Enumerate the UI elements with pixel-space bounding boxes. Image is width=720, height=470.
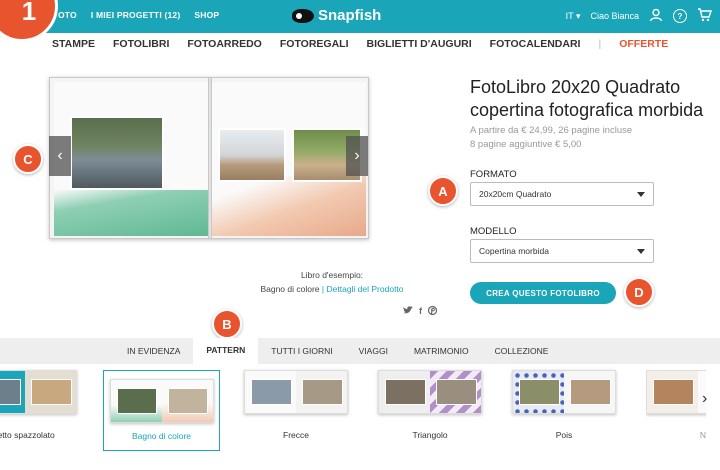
theme-label: Pois — [555, 430, 573, 440]
nav-link-my-projects[interactable]: I MIEI PROGETTI (12) — [91, 10, 180, 20]
category-greeting-cards[interactable]: BIGLIETTI D'AUGURI — [367, 38, 472, 50]
tab-in-evidenza[interactable]: IN EVIDENZA — [114, 338, 193, 364]
step-badge-1: 1 — [0, 0, 58, 42]
example-theme-name: Bagno di colore — [260, 284, 320, 294]
greeting: Ciao Bianca — [590, 11, 639, 21]
format-select[interactable]: 20x20cm Quadrato — [470, 182, 654, 206]
annotation-badge-a: A — [428, 176, 458, 206]
theme-card-bagno-di-colore[interactable]: Bagno di colore — [103, 370, 220, 451]
annotation-badge-d: D — [624, 277, 654, 307]
theme-thumbnail — [244, 370, 348, 414]
theme-label: fetto spazzolato — [0, 430, 55, 440]
theme-card-triangolo[interactable]: Triangolo — [378, 370, 482, 440]
theme-label: Triangolo — [412, 430, 448, 440]
language-selector[interactable]: IT ▾ — [566, 11, 581, 22]
nav-link-shop[interactable]: SHOP — [194, 10, 219, 20]
example-caption: Libro d'esempio: Bagno di colore | Detta… — [232, 268, 432, 296]
product-price: A partire da € 24,99, 26 pagine incluse … — [470, 124, 710, 152]
category-home-decor[interactable]: FOTOARREDO — [187, 38, 261, 50]
preview-next-button[interactable]: › — [346, 136, 368, 176]
theme-tabs: IN EVIDENZA PATTERN TUTTI I GIORNI VIAGG… — [114, 338, 561, 364]
theme-label: Frecce — [283, 430, 309, 440]
model-value: Copertina morbida — [479, 246, 549, 256]
model-label: MODELLO — [470, 226, 517, 237]
tab-viaggi[interactable]: VIAGGI — [346, 338, 401, 364]
book-left-page — [54, 82, 208, 236]
tab-matrimonio[interactable]: MATRIMONIO — [401, 338, 482, 364]
price-base: A partire da € 24,99, 26 pagine incluse — [470, 125, 633, 136]
top-navigation-bar: OTO I MIEI PROGETTI (12) SHOP Snapfish I… — [0, 0, 720, 33]
theme-thumbnail — [646, 370, 706, 414]
tab-pattern[interactable]: PATTERN — [193, 338, 259, 364]
twitter-icon[interactable] — [403, 306, 413, 317]
theme-label: Bagno di colore — [131, 431, 192, 441]
tab-collezione[interactable]: COLLEZIONE — [482, 338, 562, 364]
theme-card-effetto-spazzolato[interactable]: fetto spazzolato — [0, 370, 80, 440]
category-calendars[interactable]: FOTOCALENDARI — [490, 38, 581, 50]
theme-label: N — [699, 430, 706, 440]
category-nav: STAMPE FOTOLIBRI FOTOARREDO FOTOREGALI B… — [52, 38, 668, 50]
example-label: Libro d'esempio: — [300, 270, 364, 280]
annotation-badge-b: B — [212, 309, 242, 339]
theme-card-pois[interactable]: Pois — [512, 370, 616, 440]
theme-thumbnail — [512, 370, 616, 414]
facebook-icon[interactable]: f — [419, 306, 422, 317]
top-nav-account: IT ▾ Ciao Bianca ? — [566, 8, 712, 24]
price-extra-pages: 8 pagine aggiuntive € 5,00 — [470, 139, 582, 150]
theme-card-frecce[interactable]: Frecce — [244, 370, 348, 440]
preview-prev-button[interactable]: ‹ — [49, 136, 71, 176]
peach-color-wash — [212, 176, 366, 236]
theme-card-partial[interactable]: N — [646, 370, 706, 440]
product-details-link[interactable]: Dettagli del Prodotto — [327, 284, 404, 294]
social-share: f — [403, 305, 438, 317]
book-photo-child-dock — [218, 128, 286, 182]
category-offers[interactable]: OFFERTE — [619, 38, 668, 50]
create-photobook-button[interactable]: CREA QUESTO FOTOLIBRO — [470, 282, 616, 304]
top-nav-links: OTO I MIEI PROGETTI (12) SHOP — [58, 10, 219, 20]
theme-thumbnail — [378, 370, 482, 414]
logo-text: Snapfish — [318, 7, 382, 24]
book-right-page — [212, 82, 366, 236]
model-select[interactable]: Copertina morbida — [470, 239, 654, 263]
format-value: 20x20cm Quadrato — [479, 189, 552, 199]
tab-tutti-i-giorni[interactable]: TUTTI I GIORNI — [258, 338, 345, 364]
theme-thumbnail — [0, 370, 77, 414]
photobook-preview — [49, 77, 369, 239]
book-photo-kids-river — [70, 116, 164, 190]
category-separator: | — [598, 38, 602, 50]
carousel-next-icon[interactable]: › — [702, 390, 707, 408]
help-icon[interactable]: ? — [673, 9, 687, 23]
caption-separator: | — [321, 284, 325, 294]
fish-logo-icon — [292, 8, 314, 23]
nav-link-foto[interactable]: OTO — [58, 10, 77, 20]
pinterest-icon[interactable] — [427, 305, 438, 317]
chevron-down-icon — [637, 191, 645, 197]
chevron-down-icon — [637, 248, 645, 254]
user-icon[interactable] — [649, 8, 663, 24]
green-color-wash — [54, 190, 208, 236]
category-gifts[interactable]: FOTOREGALI — [280, 38, 349, 50]
product-title: FotoLibro 20x20 Quadrato copertina fotog… — [470, 77, 704, 120]
annotation-badge-c: C — [13, 144, 43, 174]
format-label: FORMATO — [470, 169, 517, 180]
category-photobooks[interactable]: FOTOLIBRI — [113, 38, 169, 50]
cart-icon[interactable] — [697, 8, 712, 24]
theme-tab-bar: IN EVIDENZA PATTERN TUTTI I GIORNI VIAGG… — [0, 338, 720, 364]
theme-thumbnail — [109, 379, 214, 423]
category-prints[interactable]: STAMPE — [52, 38, 95, 50]
snapfish-logo[interactable]: Snapfish — [292, 7, 381, 24]
